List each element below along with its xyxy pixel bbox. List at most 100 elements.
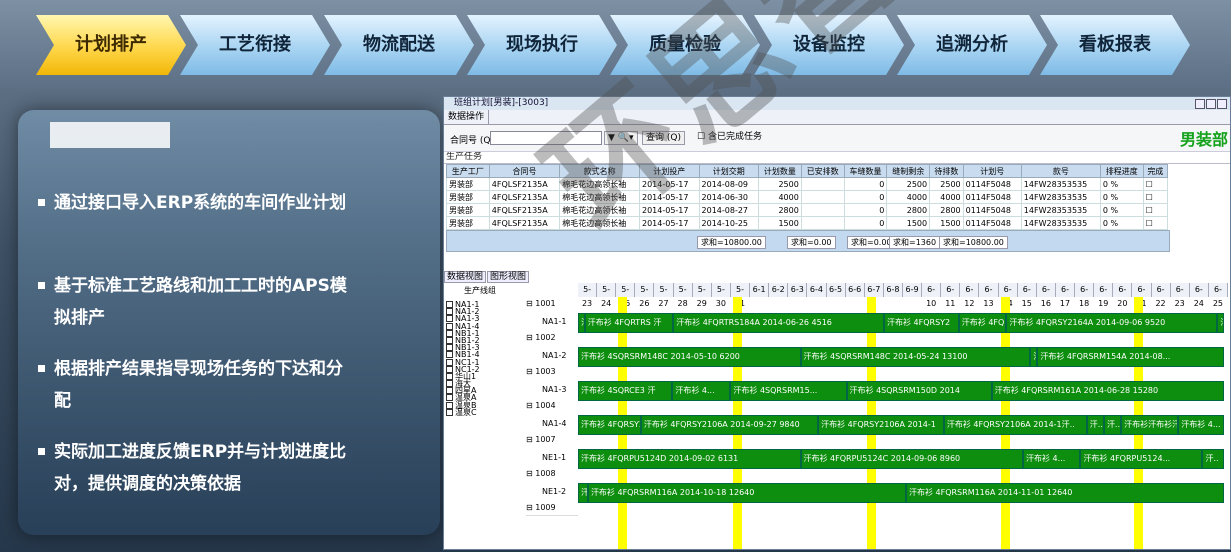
gantt-task-bar[interactable]: 汗布衫 4FQRPU5124D 2014-09-02 6131 <box>578 449 801 469</box>
checkbox-icon[interactable] <box>446 408 453 416</box>
step-traceability[interactable]: 追溯分析 <box>897 15 1047 75</box>
step-dashboard-report[interactable]: 看板报表 <box>1040 15 1190 75</box>
table-cell: 0114F5048 <box>962 190 1022 204</box>
column-header[interactable]: 车缝数量 <box>843 164 888 178</box>
gantt-task-bar[interactable]: 汗布衫 4... <box>1178 415 1224 435</box>
gantt-task-bar[interactable]: 汗布衫 4FQRSY2106A 2014-1 <box>818 415 944 435</box>
gantt-task-bar[interactable]: 汗 <box>578 483 588 503</box>
gantt-task-bar[interactable]: 汗布衫 4FQRSY2 <box>578 415 641 435</box>
gantt-task-bar[interactable]: 汗布衫汗布衫汗... <box>1121 415 1179 435</box>
sum-cell: 求和=0.00 <box>787 236 836 249</box>
checkbox-icon[interactable] <box>446 358 453 366</box>
close-icon[interactable] <box>1217 99 1227 109</box>
gantt-task-bar[interactable]: 汗布衫 4FQRSRM116A 2014-11-01 12640 <box>905 483 1224 503</box>
column-header[interactable]: 计划号 <box>962 164 1022 178</box>
done-checkbox[interactable]: ☐ <box>1142 177 1169 191</box>
checkbox-icon[interactable] <box>446 401 453 409</box>
gantt-task-bar[interactable]: 汗 <box>578 313 585 333</box>
bullet-text: 通过接口导入ERP系统的车间作业计划 <box>54 193 347 213</box>
checkbox-icon[interactable] <box>446 351 453 359</box>
checkbox-icon[interactable] <box>446 365 453 373</box>
tab-graph-view[interactable]: 图形视图 <box>487 271 530 283</box>
gantt-task-bar[interactable]: 汗.. <box>1103 415 1122 435</box>
gantt-task-bar[interactable]: 汗布衫 4FQRTRS 汗 <box>584 313 674 333</box>
checkbox-icon[interactable] <box>446 344 453 352</box>
group-row[interactable]: ⊟ 1009 <box>526 503 578 516</box>
table-cell: 0 <box>843 203 888 217</box>
step-process-link[interactable]: 工艺衔接 <box>180 15 330 75</box>
tab-data-ops[interactable]: 数据操作 <box>444 110 490 124</box>
checkbox-icon[interactable] <box>446 387 453 395</box>
gantt-task-bar[interactable]: 汗.. <box>1202 449 1224 469</box>
checkbox-icon[interactable] <box>446 394 453 402</box>
table-row[interactable]: 男装部 4FQLSF2135A 棉毛花边高领长袖 2014-05-17 2014-08-… <box>446 203 1169 217</box>
table-row[interactable]: 男装部 4FQLSF2135A 棉毛花边高领长袖 2014-05-17 2014-10-… <box>446 216 1169 230</box>
gantt-task-bar[interactable]: 汗布衫 4FQRSRM161A 2014-06-28 15280 <box>991 381 1224 401</box>
day-label: 6-10 <box>922 283 942 308</box>
gantt-task-bar[interactable]: 汗布衫 4FQRPU5124... <box>1080 449 1203 469</box>
done-checkbox[interactable]: ☐ <box>1142 216 1169 230</box>
bullet-text: 实际加工进度反馈ERP并与计划进度比对，提供调度的决策依据 <box>54 442 347 494</box>
checkbox-icon[interactable] <box>446 322 453 330</box>
gantt-lane: 汗布衫 4FQRPU5124D 2014-09-02 6131 汗布衫 4FQRP… <box>578 447 1228 469</box>
gantt-task-bar[interactable]: 汗布衫 4... <box>1023 449 1081 469</box>
checkbox-icon[interactable] <box>446 336 453 344</box>
gantt-task-bar[interactable]: 汗布衫 4FQRSY2 <box>884 313 959 333</box>
gantt-task-bar[interactable]: 汗布衫 4SQRSRM15... <box>730 381 847 401</box>
checkbox-icon[interactable] <box>446 372 453 380</box>
gantt-task-bar[interactable]: 汗布衫 4SQRCE3 汗 <box>578 381 673 401</box>
checkbox-icon[interactable] <box>446 301 453 308</box>
column-header[interactable]: 生产工厂 <box>446 164 490 178</box>
table-cell: 0114F5048 <box>962 177 1022 191</box>
day-label: 6-23 <box>1170 283 1190 308</box>
group-code: 1003 <box>535 367 556 376</box>
gantt-task-bar[interactable]: 汗布衫 4SQRSRM148C 2014-05-24 13100 <box>800 347 1031 367</box>
day-label: 6-1 <box>750 283 770 297</box>
checkbox-icon[interactable] <box>446 329 453 337</box>
gantt-task-bar[interactable]: 汗布衫 4SQRSRM150D 2014 <box>846 381 992 401</box>
gantt-task-bar[interactable]: 汗布衫 4SQRSRM148C 2014-05-10 6200 <box>578 347 801 367</box>
column-header[interactable]: 完成 <box>1142 164 1169 178</box>
step-plan-scheduling[interactable]: 计划排产 <box>36 15 186 75</box>
column-header[interactable]: 已安排数 <box>800 164 845 178</box>
day-label: 6-9 <box>903 283 923 297</box>
line-label: 温泉C <box>455 407 477 417</box>
column-header[interactable]: 待排数 <box>929 164 964 178</box>
column-header[interactable]: 款号 <box>1020 164 1101 178</box>
column-header[interactable]: 计划数量 <box>758 164 802 178</box>
bullet-text: 基于标准工艺路线和加工工时的APS模拟排产 <box>54 276 347 328</box>
gantt-task-bar[interactable]: 汗 <box>1217 313 1224 333</box>
done-checkbox[interactable]: ☐ <box>1142 203 1169 217</box>
panel-header-box <box>50 122 170 148</box>
gantt-task-bar[interactable]: 汗.. <box>1086 415 1104 435</box>
gantt-task-bar[interactable]: 汗布衫 4FQRTRS184A 2014-06-26 4516 <box>673 313 884 333</box>
tab-data-view[interactable]: 数据视图 <box>444 271 487 283</box>
column-header[interactable]: 排程进度 <box>1099 164 1144 178</box>
lane-label: NA1-4 <box>526 413 578 436</box>
minimize-icon[interactable] <box>1195 99 1205 109</box>
gantt-task-bar[interactable]: 汗布衫 4FQRSRM116A 2014-10-18 12640 <box>587 483 906 503</box>
checkbox-icon[interactable] <box>446 308 453 316</box>
gantt-task-bar[interactable]: 汗布衫 4FQRPU5124C 2014-09-06 8960 <box>800 449 1023 469</box>
gantt-task-bar[interactable]: 汗布衫 4FQRSY2106A 2014-1汗.. <box>943 415 1087 435</box>
done-checkbox[interactable]: ☐ <box>1142 190 1169 204</box>
gantt-task-bar[interactable]: 汗布衫 4... <box>672 381 731 401</box>
gantt-task-bar[interactable]: 汗布衫 4FQRSY2106A 2014-09-27 9840 <box>640 415 819 435</box>
day-label: 6-20 <box>1113 283 1133 308</box>
checkbox-icon[interactable] <box>446 315 453 323</box>
table-cell: 4FQLSF2135A <box>488 190 561 204</box>
bullet-item: 根据排产结果指导现场任务的下达和分配 <box>38 353 354 417</box>
checkbox-icon[interactable] <box>446 380 453 388</box>
sum-cell: 求和=1360 <box>889 236 941 249</box>
maximize-icon[interactable] <box>1206 99 1216 109</box>
gantt-task-bar[interactable]: 汗布衫 4FQRSY2164A 2014-09-06 9520 <box>1006 313 1218 333</box>
gantt-task-bar[interactable]: 汗布衫 4FQRSRM154A 2014-08... <box>1037 347 1224 367</box>
gantt-task-bar[interactable]: 汗布衫 4FQ <box>958 313 1007 333</box>
gantt-chart: 生产线组 5-235-245-255-265-275-285-295-305-3… <box>444 283 1230 549</box>
line-checkbox[interactable]: 温泉C <box>446 407 480 417</box>
gantt-lane: 汗汗布衫 4FQRTRS 汗汗布衫 4FQRTRS184A 2014-06-26… <box>578 311 1228 333</box>
gantt-task-bar[interactable]: 汗 <box>1030 347 1038 367</box>
table-row[interactable]: 男装部 4FQLSF2135A 棉毛花边高领长袖 2014-05-17 2014-06-… <box>446 190 1169 204</box>
column-header[interactable]: 缝制剩余 <box>886 164 931 178</box>
step-logistics[interactable]: 物流配送 <box>324 15 474 75</box>
